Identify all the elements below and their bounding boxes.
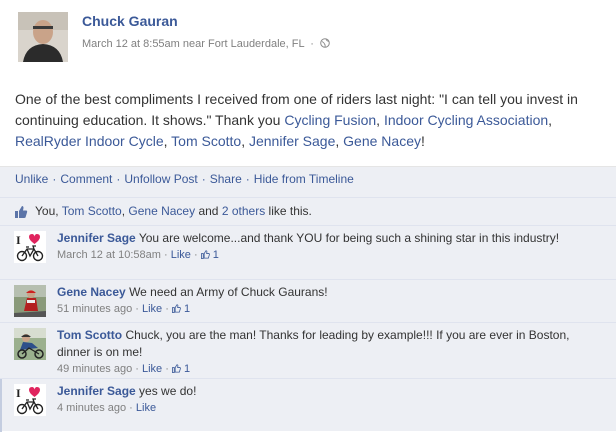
thumbs-up-icon: [200, 250, 210, 259]
tag-gene-nacey[interactable]: Gene Nacey: [343, 133, 421, 149]
comment-text: We need an Army of Chuck Gaurans!: [129, 285, 328, 299]
comment-body: Gene Nacey We need an Army of Chuck Gaur…: [57, 284, 602, 318]
likes-you: You: [35, 204, 56, 218]
commenter-name[interactable]: Jennifer Sage: [57, 231, 136, 245]
post-text-end: !: [420, 133, 425, 149]
timeline-post: Chuck Gauran March 12 at 8:55am near For…: [0, 0, 616, 432]
commenter-name[interactable]: Jennifer Sage: [57, 384, 136, 398]
comment-like-link[interactable]: Like: [136, 402, 156, 414]
thumbs-up-icon: [172, 304, 181, 313]
comment-text: You are welcome...and thank YOU for bein…: [138, 231, 560, 245]
post-actions: Unlike · Comment · Unfollow Post · Share · Hide …: [15, 172, 354, 186]
comment-time[interactable]: March 12 at 10:58am: [57, 249, 161, 261]
post-body: One of the best compliments I received f…: [15, 91, 578, 149]
svg-text:I: I: [16, 233, 21, 247]
commenter-avatar[interactable]: [14, 328, 46, 360]
likes-text: You, Tom Scotto, Gene Nacey and 2 others…: [35, 204, 312, 218]
new-comment-indicator: [0, 379, 2, 432]
commenter-name[interactable]: Tom Scotto: [57, 328, 122, 342]
meta-separator: ·: [310, 38, 314, 50]
comment-body: Jennifer Sage You are welcome...and than…: [57, 230, 602, 264]
action-separator: ·: [52, 172, 57, 186]
comment-item: I Jennifer Sage yes we do! 4 minutes ago…: [0, 378, 616, 432]
comment-time[interactable]: 51 minutes ago: [57, 303, 132, 315]
comment-time[interactable]: 4 minutes ago: [57, 402, 126, 414]
comment-text: Chuck, you are the man! Thanks for leadi…: [57, 328, 570, 359]
comment-text: yes we do!: [139, 384, 197, 398]
comment-meta: 4 minutes ago · Like: [57, 402, 157, 414]
i-heart-bike-icon: I: [14, 384, 46, 416]
cyclist-photo-icon: [14, 328, 46, 360]
comment-like-count[interactable]: 1: [184, 363, 190, 375]
liker-tom-scotto[interactable]: Tom Scotto: [62, 204, 122, 218]
likes-suffix: like this.: [268, 204, 312, 218]
comment-meta: 49 minutes ago · Like · 1: [57, 363, 191, 375]
commenter-avatar[interactable]: I: [14, 231, 46, 263]
comment-like-link[interactable]: Like: [142, 303, 162, 315]
action-separator: ·: [245, 172, 250, 186]
globe-icon[interactable]: [320, 38, 330, 48]
commenter-avatar[interactable]: [14, 285, 46, 317]
comment-item: Tom Scotto Chuck, you are the man! Thank…: [0, 322, 616, 378]
tag-cycling-fusion[interactable]: Cycling Fusion: [284, 112, 376, 128]
comment-body: Tom Scotto Chuck, you are the man! Thank…: [57, 327, 602, 378]
tag-indoor-cycling-association[interactable]: Indoor Cycling Association: [384, 112, 548, 128]
author-name[interactable]: Chuck Gauran: [82, 13, 178, 29]
post-timestamp[interactable]: March 12 at 8:55am: [82, 38, 180, 50]
comment-like-link[interactable]: Like: [171, 249, 191, 261]
comment-like-count[interactable]: 1: [184, 303, 190, 315]
svg-text:I: I: [16, 386, 21, 400]
likes-summary: You, Tom Scotto, Gene Nacey and 2 others…: [0, 197, 616, 225]
liker-gene-nacey[interactable]: Gene Nacey: [128, 204, 195, 218]
tag-realryder-indoor-cycle[interactable]: RealRyder Indoor Cycle: [15, 133, 164, 149]
comment-meta: March 12 at 10:58am · Like · 1: [57, 249, 219, 261]
comment-time[interactable]: 49 minutes ago: [57, 363, 132, 375]
post-location[interactable]: near Fort Lauderdale, FL: [183, 38, 304, 50]
unfollow-post-link[interactable]: Unfollow Post: [124, 172, 197, 186]
commenter-avatar[interactable]: I: [14, 384, 46, 416]
share-link[interactable]: Share: [210, 172, 242, 186]
comment-link[interactable]: Comment: [60, 172, 112, 186]
comment-item: I Jennifer Sage You are welcome...and th…: [0, 225, 616, 279]
author-avatar[interactable]: [18, 12, 68, 62]
comment-meta: 51 minutes ago · Like · 1: [57, 303, 191, 315]
cyclist-photo-icon: [14, 285, 46, 317]
tag-tom-scotto[interactable]: Tom Scotto: [171, 133, 241, 149]
thumbs-up-icon: [15, 206, 28, 218]
likes-others-link[interactable]: 2 others: [222, 204, 265, 218]
i-heart-bike-icon: I: [14, 231, 46, 263]
hide-from-timeline-link[interactable]: Hide from Timeline: [254, 172, 354, 186]
post-header: Chuck Gauran March 12 at 8:55am near For…: [15, 9, 605, 69]
thumbs-up-icon: [172, 364, 181, 373]
unlike-link[interactable]: Unlike: [15, 172, 48, 186]
feedback-area: Unlike · Comment · Unfollow Post · Share · Hide …: [0, 166, 616, 432]
commenter-name[interactable]: Gene Nacey: [57, 285, 126, 299]
author-photo-icon: [18, 12, 68, 62]
post-meta: March 12 at 8:55am near Fort Lauderdale,…: [82, 38, 330, 50]
comment-like-link[interactable]: Like: [142, 363, 162, 375]
comment-like-count[interactable]: 1: [213, 249, 219, 261]
likes-and: and: [198, 204, 219, 218]
action-separator: ·: [116, 172, 121, 186]
comment-item: Gene Nacey We need an Army of Chuck Gaur…: [0, 279, 616, 322]
action-separator: ·: [201, 172, 206, 186]
tag-jennifer-sage[interactable]: Jennifer Sage: [249, 133, 335, 149]
comment-body: Jennifer Sage yes we do! 4 minutes ago ·…: [57, 383, 602, 417]
